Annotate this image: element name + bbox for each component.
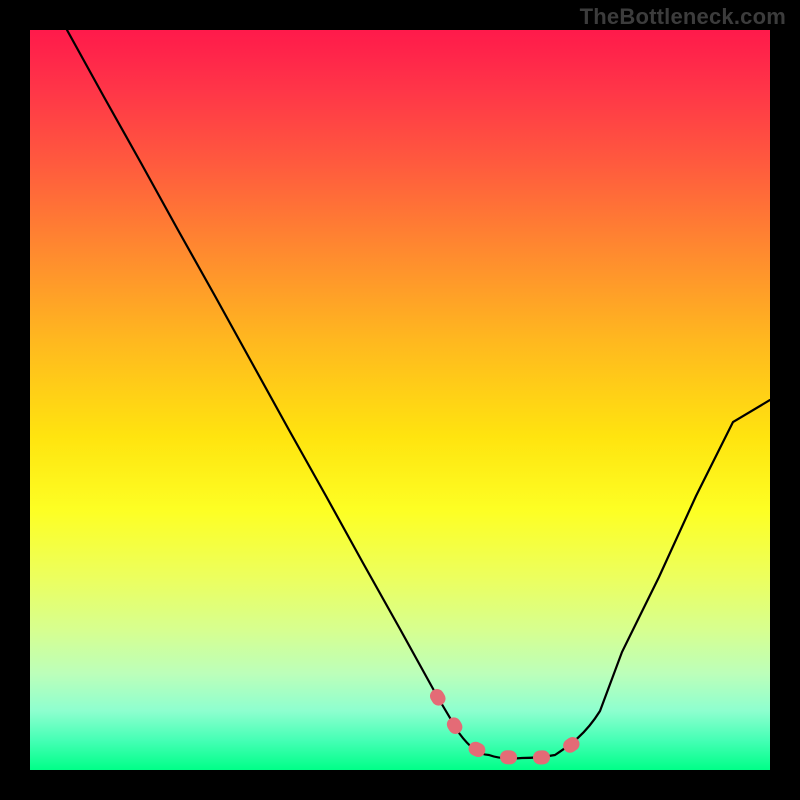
watermark-text: TheBottleneck.com — [580, 4, 786, 30]
highlight-dots — [437, 696, 578, 758]
bottleneck-curve — [67, 30, 770, 759]
curve-svg — [30, 30, 770, 770]
plot-area — [30, 30, 770, 770]
chart-frame: TheBottleneck.com — [0, 0, 800, 800]
